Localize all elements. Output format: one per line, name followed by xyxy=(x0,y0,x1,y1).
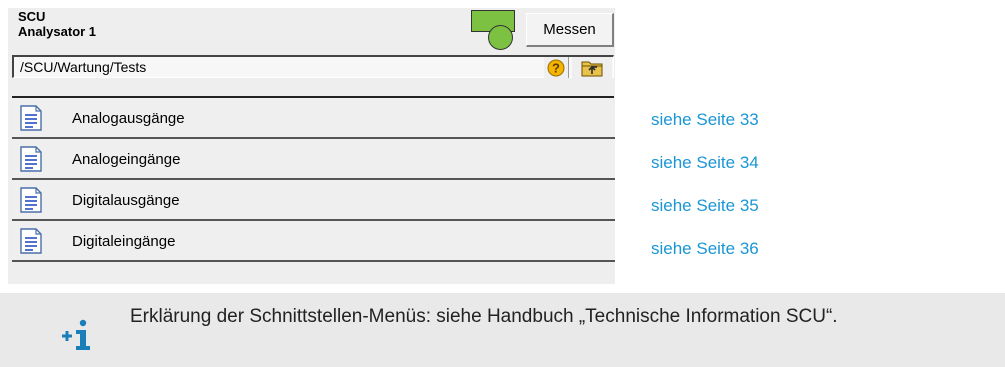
folder-up-button[interactable] xyxy=(572,57,612,78)
breadcrumb-path: /SCU/Wartung/Tests xyxy=(20,59,147,75)
measure-button[interactable]: Messen xyxy=(526,13,614,47)
document-icon xyxy=(20,146,42,172)
help-button[interactable]: ? xyxy=(544,57,569,78)
info-plus-icon xyxy=(62,319,90,350)
menu-item-label: Digitaleingänge xyxy=(72,233,176,250)
document-icon xyxy=(20,187,42,213)
status-indicator-led xyxy=(488,25,513,50)
menu-item-digitaleingaenge[interactable]: Digitaleingänge xyxy=(12,221,615,262)
page-reference-link[interactable]: siehe Seite 33 xyxy=(651,110,759,130)
page-reference-link[interactable]: siehe Seite 34 xyxy=(651,153,759,173)
menu-item-label: Analogausgänge xyxy=(72,110,185,127)
menu-item-label: Analogeingänge xyxy=(72,151,181,168)
menu-item-label: Digitalausgänge xyxy=(72,192,180,209)
page-reference-link[interactable]: siehe Seite 36 xyxy=(651,239,759,259)
document-icon xyxy=(20,228,42,254)
analyzer-name: Analysator 1 xyxy=(18,24,97,39)
svg-text:?: ? xyxy=(552,60,560,75)
help-icon: ? xyxy=(547,59,565,76)
device-name: SCU xyxy=(18,9,46,24)
info-note: Erklärung der Schnittstellen-Menüs: sieh… xyxy=(0,293,1005,367)
menu-item-analogausgaenge[interactable]: Analogausgänge xyxy=(12,98,615,139)
page-reference-link[interactable]: siehe Seite 35 xyxy=(651,196,759,216)
menu-item-analogeingaenge[interactable]: Analogeingänge xyxy=(12,139,615,180)
breadcrumb: /SCU/Wartung/Tests xyxy=(12,55,614,78)
folder-up-icon xyxy=(581,61,603,77)
device-title: SCU Analysator 1 xyxy=(18,9,96,39)
menu-item-digitalausgaenge[interactable]: Digitalausgänge xyxy=(12,180,615,221)
note-text: Erklärung der Schnittstellen-Menüs: sieh… xyxy=(130,306,838,327)
document-icon xyxy=(20,105,42,131)
